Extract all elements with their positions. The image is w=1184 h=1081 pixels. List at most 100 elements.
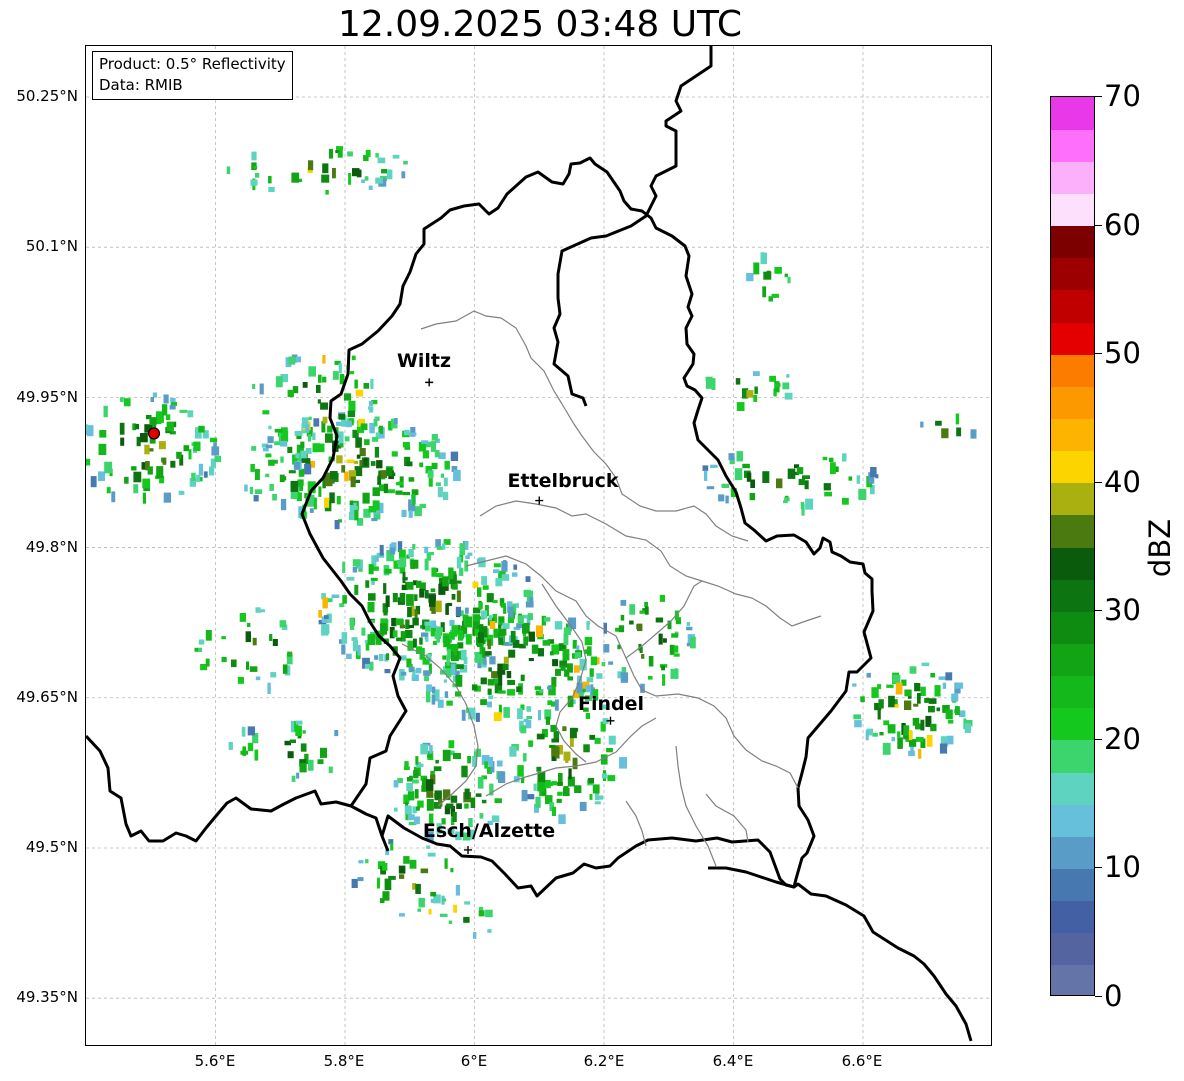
- echo-cell: [464, 616, 472, 628]
- echo-cell: [210, 437, 218, 443]
- echo-cell: [252, 637, 257, 646]
- echo-cell: [586, 646, 592, 656]
- echo-cell: [487, 688, 492, 695]
- echo-cell: [359, 448, 366, 457]
- echo-cell: [877, 684, 882, 690]
- echo-cell: [307, 434, 312, 442]
- echo-cell: [383, 483, 388, 494]
- colorbar-swatch: [1051, 932, 1094, 966]
- echo-cell: [463, 916, 470, 923]
- echo-cell: [149, 417, 157, 426]
- echo-cell: [453, 753, 461, 760]
- echo-cell: [250, 179, 258, 186]
- colorbar-swatch: [1051, 354, 1094, 387]
- echo-cell: [558, 773, 563, 784]
- echo-cell: [259, 383, 264, 395]
- echo-cell: [557, 782, 563, 786]
- echo-cell: [368, 593, 376, 601]
- echo-cell: [644, 601, 648, 608]
- echo-cell: [464, 607, 469, 614]
- echo-cell: [450, 451, 459, 461]
- echo-cell: [442, 655, 447, 660]
- echo-cell: [328, 148, 333, 159]
- y-tick-label: 49.5°N: [25, 838, 78, 856]
- echo-cell: [282, 664, 288, 674]
- echo-cell: [800, 501, 805, 510]
- echo-cell: [481, 610, 488, 619]
- colorbar-tick-mark: [1095, 481, 1102, 483]
- echo-cell: [786, 374, 790, 378]
- echo-cell: [402, 492, 411, 496]
- echo-cell: [448, 740, 455, 749]
- echo-cell: [431, 434, 438, 441]
- echo-cell: [584, 636, 593, 646]
- echo-cell: [506, 671, 512, 679]
- echo-cell: [521, 790, 528, 802]
- echo-cell: [450, 795, 458, 803]
- echo-cell: [557, 791, 563, 796]
- echo-cell: [520, 674, 525, 681]
- echo-cell: [586, 677, 594, 683]
- echo-cell: [287, 389, 294, 398]
- echo-cell: [213, 442, 217, 449]
- echo-cell: [133, 471, 142, 483]
- echo-cell: [449, 619, 455, 626]
- echo-cell: [103, 405, 108, 418]
- echo-cell: [805, 498, 813, 510]
- echo-cell: [396, 637, 402, 642]
- colorbar-tick-mark: [1095, 738, 1102, 740]
- echo-cell: [265, 473, 270, 478]
- echo-cell: [460, 610, 464, 617]
- echo-cell: [608, 735, 616, 745]
- echo-cell: [562, 649, 570, 661]
- echo-cell: [371, 518, 378, 522]
- colorbar-swatch: [1051, 514, 1094, 548]
- echo-cell: [513, 564, 518, 570]
- echo-cell: [464, 788, 470, 800]
- echo-cell: [482, 647, 486, 658]
- echo-cell: [379, 544, 384, 556]
- echo-cell: [383, 583, 387, 594]
- radar-map[interactable]: [85, 45, 992, 1046]
- echo-cell: [436, 573, 444, 578]
- echo-cell: [111, 491, 116, 503]
- echo-cell: [399, 913, 405, 917]
- echo-cell: [375, 177, 383, 184]
- echo-cell: [347, 410, 356, 418]
- echo-cell: [221, 636, 226, 640]
- echo-cell: [392, 593, 398, 603]
- echo-cell: [860, 696, 865, 703]
- echo-cell: [388, 875, 396, 880]
- echo-cell: [551, 781, 558, 786]
- echo-cell: [163, 492, 171, 503]
- echo-cell: [349, 371, 355, 375]
- echo-cell: [356, 454, 361, 459]
- echo-cell: [251, 151, 257, 161]
- echo-cell: [371, 436, 379, 442]
- echo-cell: [354, 509, 359, 521]
- echo-cell: [415, 667, 422, 674]
- echo-cell: [375, 555, 379, 562]
- echo-cell: [746, 273, 754, 282]
- echo-cell: [392, 154, 400, 159]
- echo-cell: [509, 746, 517, 757]
- echo-cell: [452, 584, 458, 590]
- echo-cell: [472, 581, 479, 588]
- echo-cell: [620, 672, 629, 683]
- echo-cell: [313, 418, 320, 427]
- echo-cell: [941, 428, 949, 439]
- echo-cell: [415, 756, 419, 765]
- echo-cell: [572, 639, 577, 649]
- echo-cell: [288, 470, 296, 474]
- echo-cell: [290, 480, 298, 492]
- echo-cell: [120, 397, 124, 402]
- echo-cell: [332, 168, 336, 179]
- echo-cell: [924, 698, 930, 703]
- city-label-ettelbruck: Ettelbruck: [507, 470, 619, 492]
- echo-cell: [455, 675, 463, 687]
- echo-cell: [886, 684, 894, 688]
- echo-cell: [620, 599, 627, 606]
- echo-cell: [710, 464, 718, 468]
- colorbar-tick-label: 20: [1104, 721, 1141, 756]
- echo-cell: [404, 761, 409, 770]
